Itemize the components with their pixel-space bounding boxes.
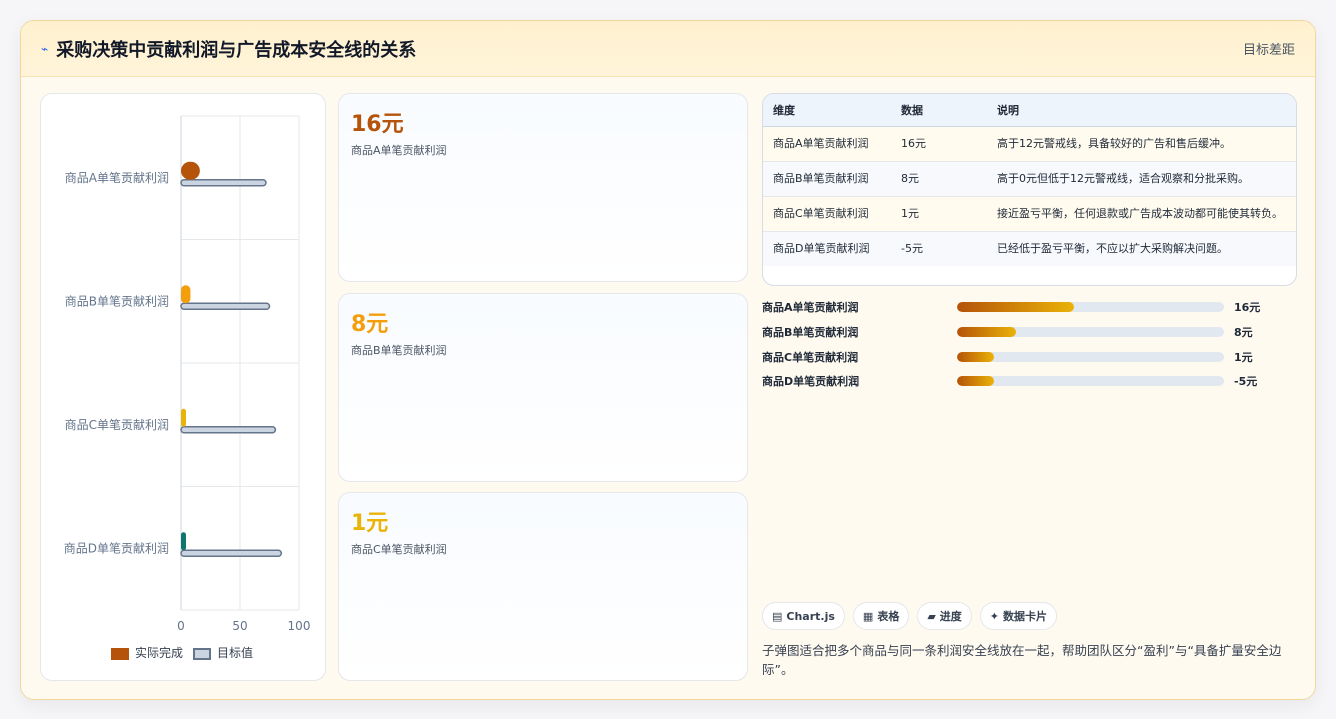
progress-row: 商品B单笔贡献利润 8元 [762,320,1297,345]
tag-chips: ▤ Chart.js ▦ 表格 ▰ 进度 ✦ 数据卡片 [762,602,1058,630]
target-gap-label: 目标差距 [1242,43,1295,58]
progress-track [957,376,1224,387]
main-card: ⌁ 采购决策中贡献利润与广告成本安全线的关系 目标差距 0 50 100 商品A单笔贡… [20,20,1316,700]
table-cell: -5元 [891,231,987,266]
progress-list: 商品A单笔贡献利润 16元 商品B单笔贡献利润 8元 商品C单笔贡献利润 1元 … [762,295,1297,394]
progress-row: 商品C单笔贡献利润 1元 [762,344,1297,369]
actual-bar [181,285,191,304]
kpi-card-b: 8元 商品B单笔贡献利润 [338,293,748,482]
table-cell: 8元 [891,161,987,197]
kpi-value: 1元 [351,511,389,536]
page-title: 采购决策中贡献利润与广告成本安全线的关系 [56,39,417,61]
progress-value: 1元 [1234,350,1253,364]
x-tick-label: 0 [177,619,185,633]
table-cell: 商品C单笔贡献利润 [763,196,891,232]
progress-label: 商品B单笔贡献利润 [762,326,859,340]
table-row: 商品C单笔贡献利润 1元 接近盈亏平衡，任何退款或广告成本波动都可能使其转负。 [763,196,1296,232]
table-cell: 1元 [891,196,987,232]
kpi-label: 商品C单笔贡献利润 [351,543,447,556]
table-cell: 高于12元警戒线，具备较好的广告和售后缓冲。 [987,126,1296,162]
kpi-card-a: 16元 商品A单笔贡献利润 [338,93,748,282]
target-bar [180,179,267,187]
kpi-label: 商品A单笔贡献利润 [351,144,447,157]
progress-track [957,327,1224,338]
chip-data-card[interactable]: ✦ 数据卡片 [979,602,1058,630]
actual-bar [181,408,186,427]
progress-label: 商品D单笔贡献利润 [762,375,860,389]
column-header: 维度 [763,94,891,127]
progress-fill [957,376,995,387]
chip-chartjs[interactable]: ▤ Chart.js [762,602,845,630]
card-icon: ✦ [989,609,1000,623]
progress-fill [957,327,1016,338]
kpi-value: 8元 [351,312,389,337]
progress-value: 8元 [1234,326,1253,340]
card-header: ⌁ 采购决策中贡献利润与广告成本安全线的关系 目标差距 [21,21,1315,77]
progress-icon: ▰ [927,609,936,623]
progress-track [957,302,1224,313]
table-header-row: 维度 数据 说明 [763,94,1296,127]
progress-value: -5元 [1234,375,1258,389]
x-tick-label: 50 [232,619,247,633]
column-header: 数据 [891,94,987,127]
actual-bar [181,532,186,551]
chip-table[interactable]: ▦ 表格 [852,602,910,630]
table-icon: ▦ [862,609,874,623]
actual-bar [181,161,200,180]
table-row: 商品D单笔贡献利润 -5元 已经低于盈亏平衡，不应以扩大采购解决问题。 [763,231,1296,266]
table-cell: 商品B单笔贡献利润 [763,161,891,197]
target-bar [180,549,283,557]
progress-track [957,351,1224,362]
y-category-label: 商品D单笔贡献利润 [64,540,169,555]
chart-legend: 实际完成 目标值 [111,644,253,661]
legend-item-actual[interactable]: 实际完成 [111,644,183,661]
description-note: 子弹图适合把多个商品与同一条利润安全线放在一起，帮助团队区分“盈利”与“具备扩量… [762,643,1282,677]
progress-fill [957,302,1075,313]
table-cell: 已经低于盈亏平衡，不应以扩大采购解决问题。 [987,231,1296,266]
table-cell: 16元 [891,126,987,162]
kpi-label: 商品B单笔贡献利润 [351,344,447,357]
progress-label: 商品C单笔贡献利润 [762,350,859,364]
legend-item-target[interactable]: 目标值 [193,644,253,661]
progress-row: 商品A单笔贡献利润 16元 [762,295,1297,320]
bullet-chart: 0 50 100 商品A单笔贡献利润商品B单笔贡献利润商品C单笔贡献利润商品D单笔贡献… [64,115,311,633]
progress-fill [957,351,995,362]
y-category-label: 商品B单笔贡献利润 [65,293,169,308]
table-cell: 商品A单笔贡献利润 [763,126,891,162]
table-cell: 接近盈亏平衡，任何退款或广告成本波动都可能使其转负。 [987,196,1296,232]
kpi-value: 16元 [351,112,404,137]
x-tick-label: 100 [288,619,311,633]
table-cell: 高于0元但低于12元警戒线，适合观察和分批采购。 [987,161,1296,197]
data-table: 维度 数据 说明 商品A单笔贡献利润 16元 高于12元警戒线，具备较好的广告和… [762,93,1297,286]
sparkle-icon: ⌁ [41,41,49,56]
table-row: 商品A单笔贡献利润 16元 高于12元警戒线，具备较好的广告和售后缓冲。 [763,126,1296,162]
kpi-card-c: 1元 商品C单笔贡献利润 [338,492,748,681]
bullet-chart-panel: 0 50 100 商品A单笔贡献利润 商品B单笔贡献利润 商品C单笔贡献利润 商品D单笔贡献… [40,93,326,681]
progress-row: 商品D单笔贡献利润 -5元 [762,369,1297,394]
progress-label: 商品A单笔贡献利润 [762,301,859,315]
table-row: 商品B单笔贡献利润 8元 高于0元但低于12元警戒线，适合观察和分批采购。 [763,161,1296,197]
chip-progress[interactable]: ▰ 进度 [917,602,972,630]
column-header: 说明 [987,94,1296,127]
table-cell: 商品D单笔贡献利润 [763,231,891,266]
y-category-label: 商品C单笔贡献利润 [65,417,169,432]
progress-value: 16元 [1234,301,1261,315]
target-bar [180,426,277,434]
target-bar [180,302,271,310]
chart-icon: ▤ [772,609,783,623]
y-category-label: 商品A单笔贡献利润 [65,170,169,185]
